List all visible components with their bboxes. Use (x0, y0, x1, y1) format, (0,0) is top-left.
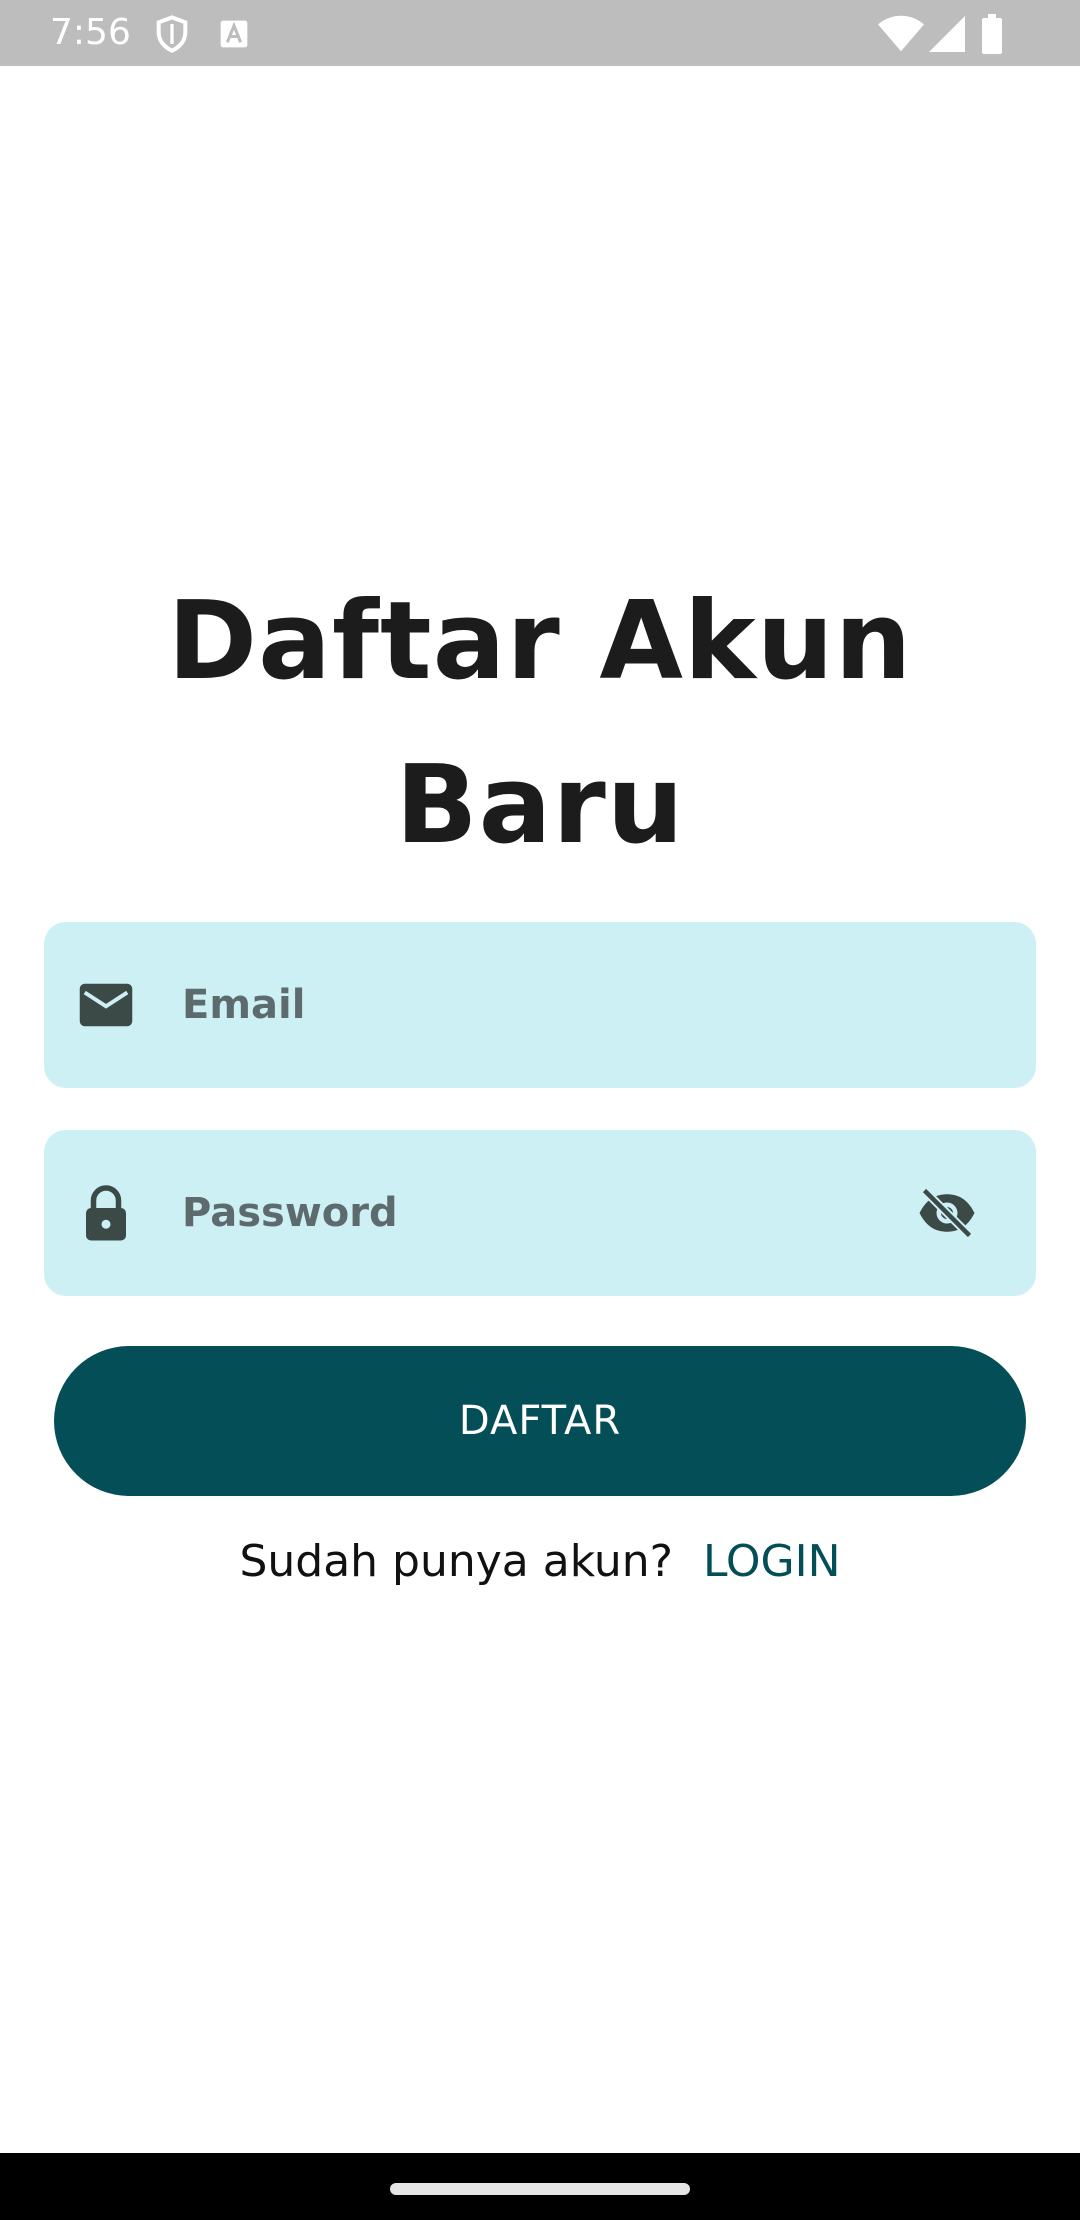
page-title: Daftar Akun Baru (167, 579, 913, 868)
password-placeholder: Password (182, 1190, 398, 1236)
register-screen: 7:56 Daftar Akun Baru Email Password DAF… (0, 0, 1080, 2220)
navigation-bar (0, 2153, 1080, 2220)
email-field[interactable]: Email (44, 922, 1036, 1088)
login-row: Sudah punya akun? LOGIN (0, 1530, 1080, 1594)
mail-icon (76, 975, 136, 1035)
shield-icon (152, 14, 192, 54)
lock-icon (76, 1183, 136, 1243)
wifi-icon (878, 14, 924, 54)
visibility-off-icon[interactable] (916, 1183, 978, 1243)
keyboard-a-icon (214, 14, 254, 54)
signal-icon (926, 14, 968, 54)
register-button[interactable]: DAFTAR (54, 1346, 1026, 1496)
home-indicator[interactable] (390, 2183, 690, 2195)
login-prompt: Sudah punya akun? (239, 1536, 673, 1587)
status-bar: 7:56 (0, 0, 1080, 66)
battery-icon (978, 14, 1006, 54)
login-link[interactable]: LOGIN (703, 1536, 841, 1587)
password-field[interactable]: Password (44, 1130, 1036, 1296)
status-time: 7:56 (50, 12, 131, 53)
email-placeholder: Email (182, 982, 306, 1028)
